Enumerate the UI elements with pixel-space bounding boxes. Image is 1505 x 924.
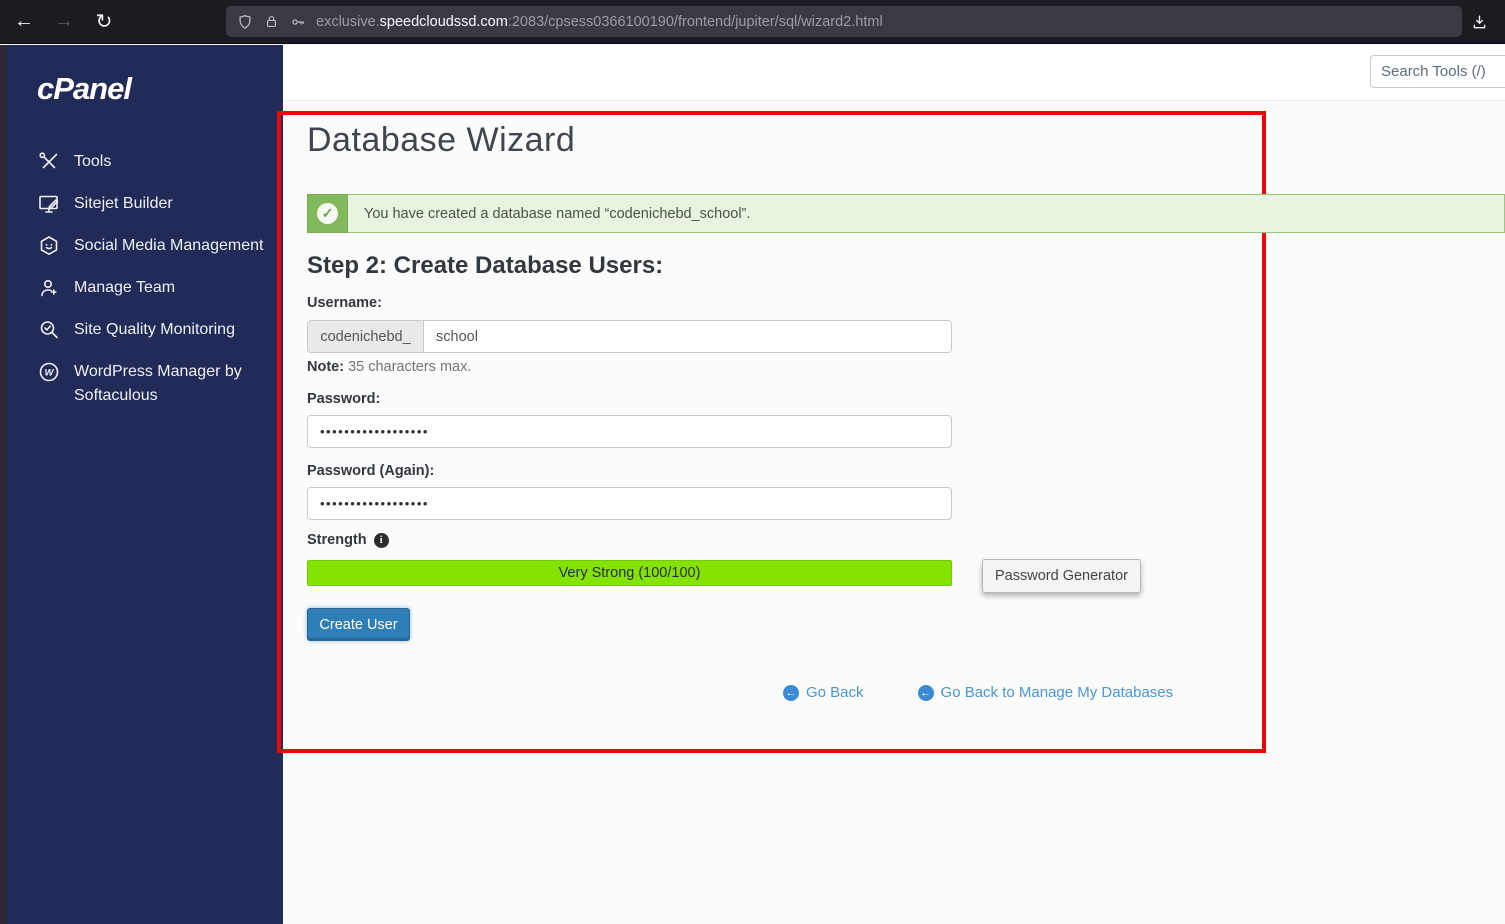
cpanel-logo: cPanel <box>37 71 132 106</box>
wordpress-icon: W <box>39 362 59 382</box>
reload-button[interactable]: ↻ <box>88 6 120 38</box>
main-content: Database Wizard ✓ You have created a dat… <box>283 101 1505 924</box>
strength-label: Strength <box>307 532 367 548</box>
sitejet-builder-icon <box>39 195 59 213</box>
username-label: Username: <box>307 295 382 311</box>
download-icon <box>1473 14 1485 28</box>
go-back-label: Go Back <box>806 684 864 701</box>
password-input[interactable] <box>307 415 952 448</box>
forward-button[interactable]: → <box>48 6 80 38</box>
sidebar-item-manage-team[interactable]: Manage Team <box>7 267 283 309</box>
sidebar-item-label: Sitejet Builder <box>74 195 173 212</box>
note-label: Note: <box>307 359 345 375</box>
tracking-shield-icon <box>239 14 251 29</box>
sidebar-item-label: Manage Team <box>74 279 176 296</box>
password-generator-button[interactable]: Password Generator <box>982 559 1141 593</box>
go-back-link[interactable]: ← Go Back <box>783 684 864 701</box>
lock-icon <box>267 15 276 28</box>
sidebar-item-wordpress-manager[interactable]: W WordPress Manager by Softaculous <box>7 351 283 417</box>
sidebar-item-label: Tools <box>74 153 112 170</box>
sidebar-item-tools[interactable]: Tools <box>7 141 283 183</box>
social-media-icon <box>40 236 58 255</box>
go-back-manage-label: Go Back to Manage My Databases <box>940 684 1174 701</box>
search-tools-input[interactable] <box>1370 55 1505 88</box>
back-circle-icon: ← <box>917 684 934 701</box>
step-heading: Step 2: Create Database Users: <box>307 252 664 279</box>
sidebar-item-label: Social Media Management <box>74 237 264 254</box>
alert-icon-cell: ✓ <box>307 194 348 233</box>
strength-meter: Very Strong (100/100) <box>307 560 952 586</box>
sidebar: cPanel Tools Sitejet Builder Social Medi… <box>7 45 283 924</box>
sidebar-item-label: Site Quality Monitoring <box>74 321 235 338</box>
site-quality-icon <box>40 321 58 339</box>
username-group: codenichebd_ <box>307 320 952 353</box>
url-bar[interactable]: exclusive.speedcloudssd.com:2083/cpsess0… <box>226 6 1462 37</box>
back-circle-icon: ← <box>783 684 799 701</box>
success-alert: ✓ You have created a database named “cod… <box>307 194 1505 233</box>
strength-row: Strength i <box>307 532 389 548</box>
username-note: Note: 35 characters max. <box>307 359 471 375</box>
go-back-manage-databases-link[interactable]: ← Go Back to Manage My Databases <box>917 684 1174 701</box>
password-again-input[interactable] <box>307 487 952 520</box>
note-text: 35 characters max. <box>348 359 472 375</box>
sidebar-item-sitejet-builder[interactable]: Sitejet Builder <box>7 183 283 225</box>
info-icon[interactable]: i <box>373 532 389 548</box>
window-left-edge <box>0 45 7 924</box>
url-subdomain: exclusive. <box>316 13 380 30</box>
svg-text:W: W <box>45 368 55 379</box>
password-label: Password: <box>307 391 381 407</box>
url-text: exclusive.speedcloudssd.com:2083/cpsess0… <box>316 14 883 30</box>
downloads-button[interactable] <box>1463 6 1495 38</box>
tools-icon <box>39 152 58 169</box>
url-domain: speedcloudssd.com <box>379 13 508 30</box>
url-path: :2083/cpsess0366100190/frontend/jupiter/… <box>507 13 883 30</box>
username-input[interactable] <box>424 321 951 352</box>
manage-team-icon <box>41 280 57 297</box>
back-button[interactable]: ← <box>8 6 40 38</box>
password-again-label: Password (Again): <box>307 463 435 479</box>
sidebar-item-label: WordPress Manager by Softaculous <box>74 363 242 404</box>
alert-message: You have created a database named “coden… <box>348 194 1505 233</box>
key-permission-icon <box>292 18 304 25</box>
sidebar-menu: Tools Sitejet Builder Social Media Manag… <box>7 141 283 417</box>
success-check-icon: ✓ <box>317 203 338 224</box>
browser-toolbar: ← → ↻ exclusive.speedcloudssd.com:2083/c… <box>0 0 1505 44</box>
username-prefix: codenichebd_ <box>308 321 424 352</box>
page-header <box>283 45 1505 101</box>
links-row: ← Go Back ← Go Back to Manage My Databas… <box>783 684 1173 701</box>
sidebar-item-site-quality-monitoring[interactable]: Site Quality Monitoring <box>7 309 283 351</box>
page-title: Database Wizard <box>307 121 576 159</box>
create-user-button[interactable]: Create User <box>307 608 410 641</box>
sidebar-item-social-media-management[interactable]: Social Media Management <box>7 225 283 267</box>
